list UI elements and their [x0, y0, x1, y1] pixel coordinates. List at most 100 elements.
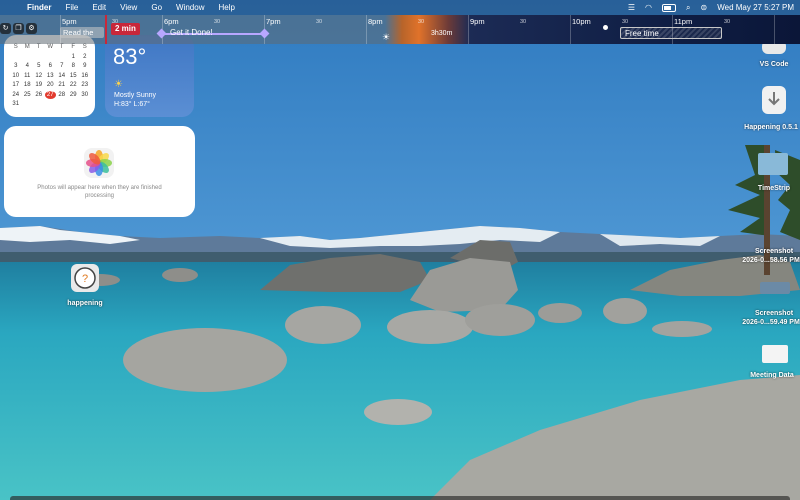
timestrip-timeline[interactable]: 5pm 30 6pm 30 7pm 30 8pm 30 9pm 30 10pm … [0, 15, 800, 44]
calendar-day: 18 [23, 82, 31, 88]
calendar-day: 4 [25, 63, 29, 69]
sun-icon: ☀ [114, 79, 123, 90]
half-hour-label: 30 [316, 19, 323, 25]
menu-go[interactable]: Go [144, 3, 169, 12]
weather-temperature: 83° [113, 44, 147, 69]
dock-edge [10, 496, 790, 500]
calendar-day: 6 [48, 63, 52, 69]
half-hour-label: 30 [418, 19, 425, 25]
event-duration-label: 3h30m [431, 30, 453, 37]
half-hour-label: 30 [724, 19, 731, 25]
menu-view[interactable]: View [113, 3, 144, 12]
calendar-day: 24 [12, 91, 20, 98]
event-free-time[interactable]: Free time [620, 27, 722, 39]
weekday-header: S [82, 44, 87, 50]
hour-label-9pm: 9pm [470, 17, 485, 26]
calendar-day: 13 [46, 72, 54, 79]
calendar-day: 21 [58, 82, 66, 88]
calendar-widget[interactable]: S M T W T F S 1 2 3 4 5 6 7 8 9 10 11 12 13 14 15 16 17 18 19 20 21… [4, 35, 95, 117]
calendar-day: 1 [71, 53, 75, 60]
settings-gear-icon[interactable]: ⚙ [26, 23, 37, 34]
weather-widget[interactable]: 83° ☀ Mostly Sunny H:83° L:67° [105, 35, 194, 117]
half-hour-label: 30 [622, 19, 629, 25]
hour-tick [774, 15, 775, 44]
event-end-handle[interactable] [259, 28, 270, 39]
happening-dmg-label[interactable]: Happening 0.5.1 [742, 124, 800, 131]
spotlight-search-icon[interactable]: ⌕ [686, 3, 690, 13]
screenshot-1-date[interactable]: 2026-0...58.56 PM [742, 257, 800, 264]
screenshot-2-thumbnail[interactable] [760, 282, 790, 294]
control-center-icon[interactable]: ⊜ [701, 3, 708, 12]
weekday-header: M [24, 44, 30, 50]
calendar-day [22, 53, 34, 61]
calendar-day: 7 [60, 63, 64, 69]
current-time-badge: 2 min [111, 23, 140, 35]
vs-code-label[interactable]: VS Code [748, 61, 800, 68]
current-time-indicator [105, 15, 107, 44]
calendar-day [22, 100, 34, 108]
calendar-day: 5 [37, 63, 41, 69]
event-get-done[interactable]: Get it Done! [170, 28, 213, 37]
calendar-day: 20 [46, 82, 54, 88]
hour-label-7pm: 7pm [266, 17, 281, 26]
calendar-day [10, 53, 22, 61]
clock[interactable]: Wed May 27 5:27 PM [717, 3, 794, 12]
calendar-day-today: 27 [44, 90, 56, 99]
calendar-day [33, 100, 45, 108]
photos-widget[interactable]: Photos will appear here when they are fi… [4, 126, 195, 217]
hour-label-5pm: 5pm [62, 17, 77, 26]
calendar-day: 23 [81, 82, 89, 88]
calendar-day [45, 53, 57, 61]
happening-app-label[interactable]: happening [60, 300, 110, 307]
event-start-handle[interactable] [156, 28, 167, 39]
calendar-day: 10 [12, 72, 20, 79]
weather-high-low: H:83° L:67° [114, 101, 150, 108]
menu-bar: Finder File Edit View Go Window Help ☰ ◠… [0, 0, 800, 15]
calendar-day [33, 53, 45, 61]
half-hour-label: 30 [520, 19, 527, 25]
app-menu-finder[interactable]: Finder [20, 3, 58, 12]
calendar-day [45, 100, 57, 108]
calendar-day: 30 [81, 91, 89, 98]
hour-label-6pm: 6pm [164, 17, 179, 26]
menu-file[interactable]: File [58, 3, 85, 12]
calendar-day: 3 [14, 63, 18, 69]
disk-image-icon[interactable] [762, 86, 786, 114]
refresh-icon[interactable]: ↻ [0, 23, 11, 34]
calendar-day [68, 100, 80, 108]
weekday-header: W [47, 44, 54, 50]
menu-extras-icon[interactable]: ☰ [628, 3, 635, 12]
calendar-day: 31 [12, 101, 20, 107]
calendar-day: 11 [24, 72, 31, 79]
wifi-icon[interactable]: ◠ [645, 3, 652, 12]
meeting-data-label[interactable]: Meeting Data [744, 372, 800, 379]
weekday-header: T [59, 44, 64, 50]
battery-icon[interactable] [662, 3, 677, 12]
calendar-day: 28 [58, 91, 66, 98]
menu-window[interactable]: Window [169, 3, 211, 12]
screenshot-2-date[interactable]: 2026-0...59.49 PM [742, 319, 800, 326]
hour-label-10pm: 10pm [572, 17, 591, 26]
calendar-day [79, 100, 91, 108]
weekday-header: T [36, 44, 41, 50]
timestrip-label[interactable]: TimeStrip [748, 185, 800, 192]
screenshot-2-label[interactable]: Screenshot [748, 310, 800, 317]
happening-app-icon[interactable]: ? [71, 264, 99, 292]
weekday-header: F [71, 44, 76, 50]
calendar-day: 19 [35, 82, 43, 88]
hour-label-8pm: 8pm [368, 17, 383, 26]
sunset-band [385, 15, 470, 44]
calendar-day: 17 [12, 82, 20, 88]
meeting-data-icon[interactable] [762, 345, 788, 363]
menu-help[interactable]: Help [211, 3, 241, 12]
screenshot-1-label[interactable]: Screenshot [748, 248, 800, 255]
timeline-controls: ↻ ❐ ⚙ [0, 23, 37, 34]
photos-app-icon [84, 148, 114, 178]
weather-condition: Mostly Sunny [114, 92, 157, 99]
menu-edit[interactable]: Edit [85, 3, 113, 12]
event-read[interactable]: Read the [60, 27, 104, 38]
copy-icon[interactable]: ❐ [13, 23, 24, 34]
timestrip-icon[interactable] [758, 153, 788, 175]
calendar-day [56, 100, 68, 108]
photos-processing-message: Photos will appear here when they are fi… [37, 185, 162, 199]
